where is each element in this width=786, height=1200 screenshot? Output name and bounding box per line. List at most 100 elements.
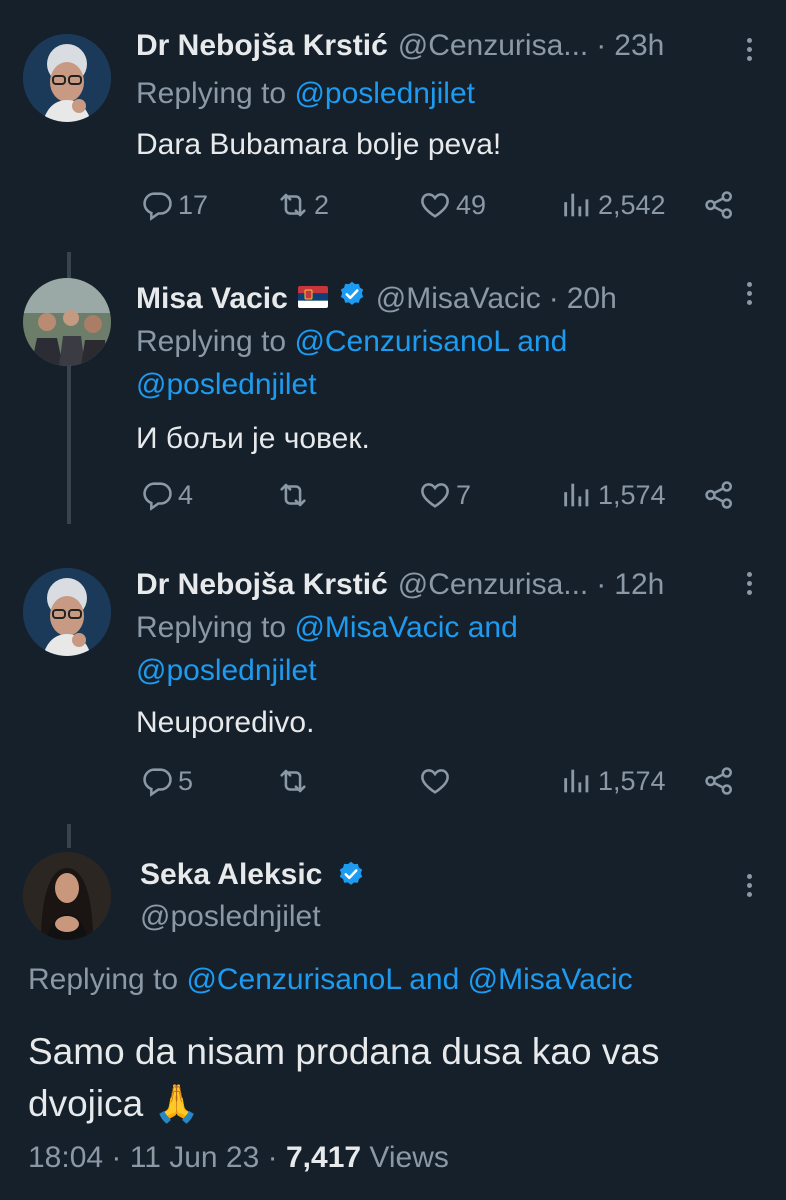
action-bar: 5 1,574 (140, 764, 740, 804)
tweet-time[interactable]: 23h (614, 29, 664, 63)
replying-to-link[interactable]: @MisaVacic and (294, 611, 517, 644)
reply-count: 17 (178, 189, 209, 220)
replying-prefix: Replying to (136, 325, 287, 358)
separator-dot: · (548, 282, 559, 315)
share-icon (702, 478, 736, 512)
like-button[interactable]: 49 (418, 188, 486, 222)
avatar-image (23, 568, 111, 656)
replying-prefix: Replying to (28, 963, 179, 996)
replying-to: Replying to @MisaVacic and @poslednjilet (136, 606, 696, 692)
views-button[interactable]: 1,574 (560, 478, 666, 512)
views-button[interactable]: 2,542 (560, 188, 666, 222)
reply-button[interactable]: 4 (140, 478, 193, 512)
retweet-button[interactable] (276, 478, 314, 512)
avatar[interactable] (23, 568, 111, 656)
share-icon (702, 764, 736, 798)
verified-badge-icon[interactable] (338, 280, 366, 308)
tweet-date[interactable]: 11 Jun 23 (130, 1141, 260, 1174)
more-options-icon[interactable] (744, 870, 754, 901)
like-count: 7 (456, 479, 472, 510)
views-count: 1,574 (598, 479, 666, 510)
main-author-handle[interactable]: @poslednjilet (140, 900, 321, 934)
author-name[interactable]: Dr Nebojša Krstić (136, 568, 388, 602)
like-button[interactable] (418, 764, 456, 798)
tweet-time[interactable]: 18:04 (28, 1141, 103, 1174)
main-author-name-row: Seka Aleksic (140, 858, 375, 892)
tweet-1[interactable]: Dr Nebojša Krstić @Cenzurisa... · 23h Re… (0, 0, 786, 250)
author-name[interactable]: Dr Nebojša Krstić (136, 29, 388, 63)
main-author-name[interactable]: Seka Aleksic (140, 858, 322, 891)
views-icon (560, 188, 594, 222)
retweet-button[interactable] (276, 764, 314, 798)
tweet-meta: 18:04 · 11 Jun 23 · 7,417 Views (28, 1141, 449, 1175)
replying-to: Replying to @poslednjilet (136, 72, 696, 115)
retweet-icon (276, 188, 310, 222)
avatar[interactable] (23, 278, 111, 366)
like-button[interactable]: 7 (418, 478, 471, 512)
avatar[interactable] (23, 34, 111, 122)
replying-and: and (409, 963, 460, 996)
tweet-text: Dara Bubamara bolje peva! (136, 128, 502, 161)
retweet-count: 2 (314, 189, 330, 220)
reply-icon (140, 764, 174, 798)
replying-to-link[interactable]: @poslednjilet (294, 77, 475, 110)
reply-count: 5 (178, 765, 194, 796)
like-icon (418, 188, 452, 222)
like-icon (418, 764, 452, 798)
main-tweet-text: Samo da nisam prodana dusa kao vas dvoji… (28, 1031, 660, 1124)
author-handle[interactable]: @Cenzurisa... (398, 29, 589, 63)
retweet-button[interactable]: 2 (276, 188, 329, 222)
views-count: 1,574 (598, 765, 666, 796)
main-replying-to: Replying to @CenzurisanoL and @MisaVacic (28, 963, 633, 997)
avatar-image (23, 278, 111, 366)
share-button[interactable] (702, 478, 740, 512)
replying-to-link[interactable]: @CenzurisanoL and (294, 325, 567, 358)
replying-to-link[interactable]: @CenzurisanoL (186, 963, 400, 996)
tweet-header: Misa Vacic @MisaVacic · 20h (136, 280, 617, 316)
more-options-icon[interactable] (744, 278, 754, 309)
reply-button[interactable]: 5 (140, 764, 193, 798)
views-button[interactable]: 1,574 (560, 764, 666, 798)
avatar-image (23, 852, 111, 940)
separator-dot: · (111, 1141, 130, 1174)
views-icon (560, 764, 594, 798)
views-count[interactable]: 7,417 (286, 1141, 361, 1174)
action-bar: 4 7 1,574 (140, 478, 740, 518)
replying-prefix: Replying to (136, 611, 287, 644)
views-icon (560, 478, 594, 512)
replying-to-link[interactable]: @poslednjilet (136, 368, 317, 401)
tweet-2[interactable]: Misa Vacic @MisaVacic · 20h Replying to … (0, 250, 786, 540)
reply-count: 4 (178, 479, 194, 510)
replying-to: Replying to @CenzurisanoL and @poslednji… (136, 320, 696, 406)
replying-to-link[interactable]: @poslednjilet (136, 654, 317, 687)
tweet-header: Dr Nebojša Krstić @Cenzurisa... · 12h (136, 568, 664, 602)
main-avatar[interactable] (23, 852, 111, 940)
views-label: Views (369, 1141, 449, 1174)
tweet-time[interactable]: 12h (614, 568, 664, 602)
tweet-time[interactable]: 20h (567, 282, 617, 316)
reply-icon (140, 478, 174, 512)
views-count: 2,542 (598, 189, 666, 220)
author-handle[interactable]: @MisaVacic (376, 282, 541, 316)
tweet-header: Dr Nebojša Krstić @Cenzurisa... · 23h (136, 29, 664, 63)
replying-prefix: Replying to (136, 77, 287, 110)
tweet-3[interactable]: Dr Nebojša Krstić @Cenzurisa... · 12h Re… (0, 540, 786, 830)
share-button[interactable] (702, 764, 740, 798)
more-options-icon[interactable] (744, 568, 754, 599)
tweet-text: Neuporedivo. (136, 706, 315, 739)
author-handle[interactable]: @Cenzurisa... (398, 568, 589, 602)
verified-badge-icon[interactable] (337, 860, 365, 888)
reply-button[interactable]: 17 (140, 188, 208, 222)
separator-dot: · (596, 29, 607, 62)
tweet-text: И бољи је човек. (136, 422, 370, 455)
retweet-icon (276, 764, 310, 798)
separator-dot: · (596, 568, 607, 601)
author-name[interactable]: Misa Vacic (136, 282, 288, 316)
serbian-flag-icon (298, 286, 328, 308)
action-bar: 17 2 49 2,542 (140, 188, 740, 228)
separator-dot: · (267, 1141, 286, 1174)
retweet-icon (276, 478, 310, 512)
share-button[interactable] (702, 188, 740, 222)
replying-to-link[interactable]: @MisaVacic (468, 963, 633, 996)
more-options-icon[interactable] (744, 34, 754, 65)
